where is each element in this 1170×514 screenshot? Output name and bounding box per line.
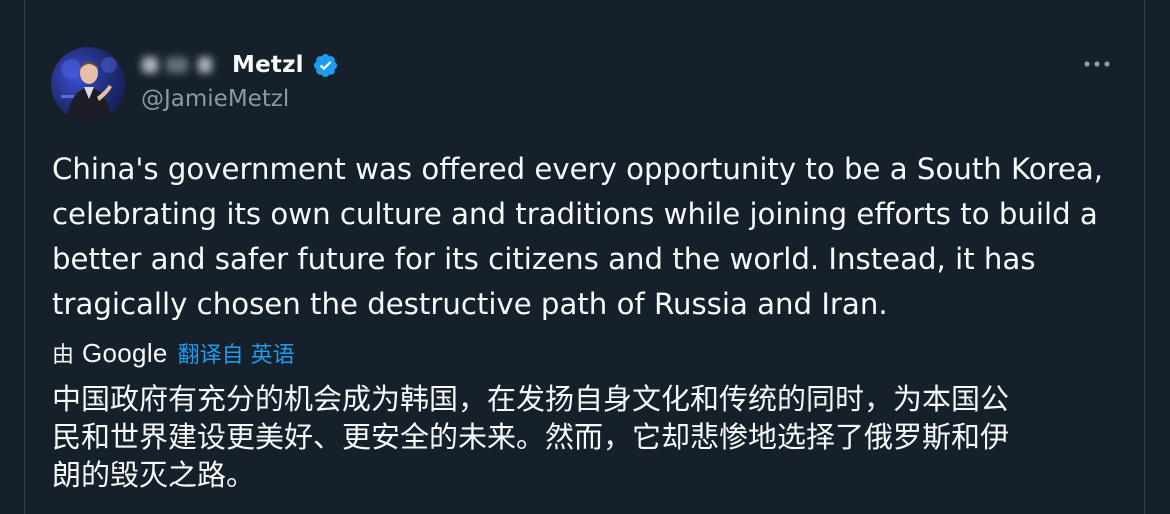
author-display-name[interactable]: Metzl bbox=[140, 48, 339, 82]
avatar[interactable] bbox=[51, 47, 125, 121]
tweet-text: China's government was offered every opp… bbox=[52, 147, 1132, 327]
tweet-text-line: celebrating its own culture and traditio… bbox=[52, 197, 1098, 231]
timeline-border-left bbox=[24, 0, 25, 514]
author-handle[interactable]: @JamieMetzl bbox=[141, 86, 289, 112]
redacted-name-part bbox=[140, 52, 224, 78]
tweet-text-line: tragically chosen the destructive path o… bbox=[52, 287, 888, 321]
verified-badge-icon bbox=[313, 53, 337, 77]
author-name-text: Metzl bbox=[232, 52, 304, 78]
more-options-button[interactable] bbox=[1080, 52, 1114, 76]
translated-text-line: 民和世界建设更美好、更安全的未来。然而，它却悲惨地选择了俄罗斯和伊 bbox=[52, 420, 1010, 454]
translated-text-line: 朗的毁灭之路。 bbox=[52, 458, 256, 492]
translation-attribution: 由 Google 翻译自 英语 bbox=[52, 336, 295, 370]
translated-by-label: 由 bbox=[52, 343, 75, 368]
person-speaking-portrait-icon bbox=[61, 57, 117, 121]
ellipsis-icon bbox=[1084, 61, 1110, 67]
google-logo: Google bbox=[82, 337, 168, 368]
translated-text-line: 中国政府有充分的机会成为韩国，在发扬自身文化和传统的同时，为本国公 bbox=[52, 382, 1010, 416]
tweet-text-line: better and safer future for its citizens… bbox=[52, 242, 1036, 276]
translated-text: 中国政府有充分的机会成为韩国，在发扬自身文化和传统的同时，为本国公 民和世界建设… bbox=[52, 380, 1132, 494]
tweet-text-line: China's government was offered every opp… bbox=[52, 152, 1104, 186]
translated-from-link[interactable]: 翻译自 英语 bbox=[178, 337, 295, 369]
timeline-border-right bbox=[1144, 0, 1145, 514]
